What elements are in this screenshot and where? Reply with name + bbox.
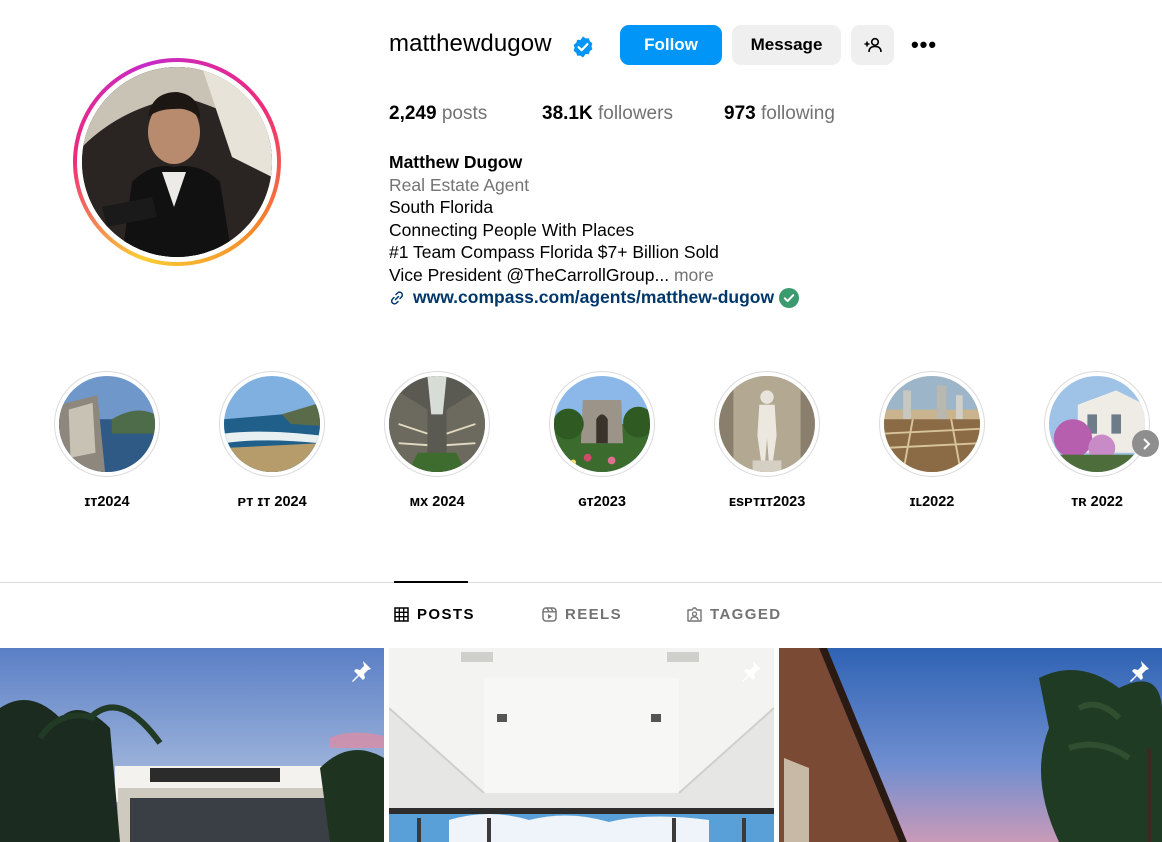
following-stat[interactable]: 973 following	[724, 103, 835, 125]
profile-avatar-ring[interactable]	[73, 58, 281, 266]
following-count: 973	[724, 103, 756, 124]
highlight-item[interactable]: ɪᴛ2024	[54, 371, 160, 510]
highlight-cover	[219, 371, 325, 477]
posts-label: posts	[441, 103, 488, 124]
tagged-icon	[687, 607, 702, 622]
highlight-cover	[549, 371, 655, 477]
following-label: following	[760, 103, 835, 124]
verified-badge-icon	[573, 36, 593, 58]
highlight-cover	[384, 371, 490, 477]
reels-icon	[542, 607, 557, 622]
highlight-label: ɪᴛ2024	[84, 494, 130, 510]
bio-line-role-text: Vice President @TheCarrollGroup...	[389, 264, 670, 285]
tab-tagged[interactable]: TAGGED	[687, 606, 781, 623]
profile-website[interactable]: www.compass.com/agents/matthew-dugow	[389, 287, 800, 308]
highlight-cover	[714, 371, 820, 477]
tab-posts-label: POSTS	[417, 606, 475, 623]
pinned-post-icon	[1130, 661, 1149, 682]
highlights-next-button[interactable]	[1132, 430, 1159, 457]
suggest-similar-button[interactable]	[851, 25, 894, 65]
followers-label: followers	[597, 103, 673, 124]
more-options-button[interactable]: •••	[904, 25, 944, 65]
bio-line-team: #1 Team Compass Florida $7+ Billion Sold	[389, 242, 719, 262]
highlight-item[interactable]: ɪʟ2022	[879, 371, 985, 510]
avatar-inner	[77, 62, 277, 262]
tab-posts[interactable]: POSTS	[394, 606, 475, 623]
highlight-label: ᴍx 2024	[409, 494, 465, 510]
post-thumbnail[interactable]	[0, 648, 384, 842]
tabs-divider	[0, 582, 1162, 583]
post-thumbnail[interactable]	[779, 648, 1162, 842]
highlight-label: ᴘᴛ ɪᴛ 2024	[237, 494, 307, 510]
pinned-post-icon	[742, 661, 761, 682]
highlight-item[interactable]: ɢᴛ2023	[549, 371, 655, 510]
post-image	[389, 648, 774, 842]
website-link-text[interactable]: www.compass.com/agents/matthew-dugow	[413, 287, 774, 308]
followers-stat[interactable]: 38.1K followers	[542, 103, 673, 125]
bio-line-role: Vice President @TheCarrollGroup... more	[389, 264, 719, 287]
chevron-right-icon	[1142, 437, 1150, 450]
tab-reels[interactable]: REELS	[542, 606, 622, 623]
post-image	[779, 648, 1162, 842]
post-image	[0, 648, 384, 842]
posts-stat: 2,249 posts	[389, 103, 487, 125]
highlight-item[interactable]: ᴘᴛ ɪᴛ 2024	[219, 371, 325, 510]
active-tab-indicator	[394, 581, 468, 583]
add-user-icon	[864, 37, 882, 53]
profile-category: Real Estate Agent	[389, 174, 530, 195]
highlight-item[interactable]: ᴇsᴘᴛɪᴛ2023	[714, 371, 820, 510]
link-icon	[390, 290, 404, 305]
highlight-cover	[54, 371, 160, 477]
highlight-label: ɪʟ2022	[909, 494, 955, 510]
post-thumbnail[interactable]	[389, 648, 774, 842]
link-verified-check-icon	[779, 287, 800, 308]
highlight-label: ɢᴛ2023	[578, 494, 626, 510]
profile-bio: Matthew Dugow Real Estate Agent South Fl…	[389, 151, 719, 286]
tab-reels-label: REELS	[565, 606, 623, 623]
bio-line-tagline: Connecting People With Places	[389, 219, 635, 240]
highlight-label: ᴇsᴘᴛɪᴛ2023	[728, 494, 806, 510]
avatar	[82, 67, 272, 257]
pinned-post-icon	[352, 661, 371, 682]
followers-count: 38.1K	[542, 103, 593, 124]
highlight-item[interactable]: ᴍx 2024	[384, 371, 490, 510]
highlight-cover	[1044, 371, 1150, 477]
bio-line-location: South Florida	[389, 197, 494, 217]
tab-tagged-label: TAGGED	[710, 606, 782, 623]
bio-more-link[interactable]: more	[674, 265, 714, 285]
follow-button[interactable]: Follow	[620, 25, 722, 65]
profile-username: matthewdugow	[389, 30, 552, 57]
grid-icon	[394, 607, 409, 622]
highlight-cover	[879, 371, 985, 477]
highlight-label: ᴛʀ 2022	[1071, 494, 1123, 510]
posts-count: 2,249	[389, 103, 437, 124]
profile-full-name: Matthew Dugow	[389, 152, 523, 172]
message-button[interactable]: Message	[732, 25, 841, 65]
